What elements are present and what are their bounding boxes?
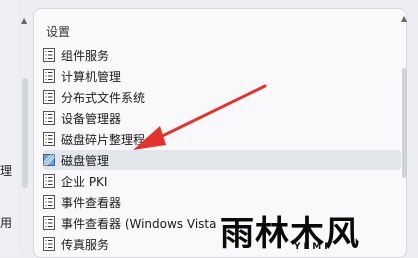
left-label-3: 用 (0, 216, 13, 230)
menu-header: 设置 (46, 25, 71, 39)
menu-item-label: 企业 PKI (61, 174, 108, 189)
service-icon (43, 174, 61, 188)
menu-item[interactable]: 计算机管理 (43, 66, 401, 86)
service-icon (43, 111, 61, 125)
menu-item-label: 组件服务 (61, 48, 110, 63)
menu-item-label: 磁盘碎片整理程 (61, 132, 146, 147)
menu-item[interactable]: 分布式文件系统 (43, 87, 401, 107)
service-icon (43, 195, 61, 209)
scroll-up-icon[interactable]: ▲ (21, 16, 27, 25)
menu-item-label: 传真服务 (61, 237, 110, 252)
watermark-logo-text: 雨林木风 (220, 214, 360, 254)
service-icon (43, 90, 61, 104)
left-label-1: 理 (0, 164, 13, 178)
watermark-subtext: YLMF (294, 242, 334, 252)
service-icon (43, 69, 61, 83)
service-icon (43, 132, 61, 146)
menu-item[interactable]: 企业 PKI (43, 171, 401, 191)
menu-item-label: 事件查看器 (61, 195, 122, 210)
left-partial-panel: 理 用 (0, 0, 18, 252)
menu-item-label: 设备管理器 (61, 111, 122, 126)
left-scrollbar[interactable]: ▲ (18, 0, 32, 252)
right-scroll-thumb[interactable] (402, 68, 407, 178)
scroll-up-icon[interactable]: ▲ (401, 14, 407, 23)
menu-item-label: 计算机管理 (61, 69, 122, 84)
menu-item-label: 分布式文件系统 (61, 90, 146, 105)
disk-management-icon (43, 153, 61, 167)
menu-item[interactable]: 组件服务 (43, 45, 401, 65)
watermark: 雨林木风 YLMF (220, 212, 418, 254)
menu-item-label: 事件查看器 (Windows Vista (61, 216, 217, 231)
service-icon (43, 216, 61, 230)
service-icon (43, 237, 61, 251)
menu-item[interactable]: 磁盘碎片整理程 (43, 129, 401, 149)
menu-item-label: 磁盘管理 (61, 153, 110, 168)
menu-item[interactable]: 设备管理器 (43, 108, 401, 128)
menu-item[interactable]: 磁盘管理 (43, 150, 401, 170)
service-icon (43, 48, 61, 62)
left-scroll-thumb[interactable] (22, 78, 28, 188)
